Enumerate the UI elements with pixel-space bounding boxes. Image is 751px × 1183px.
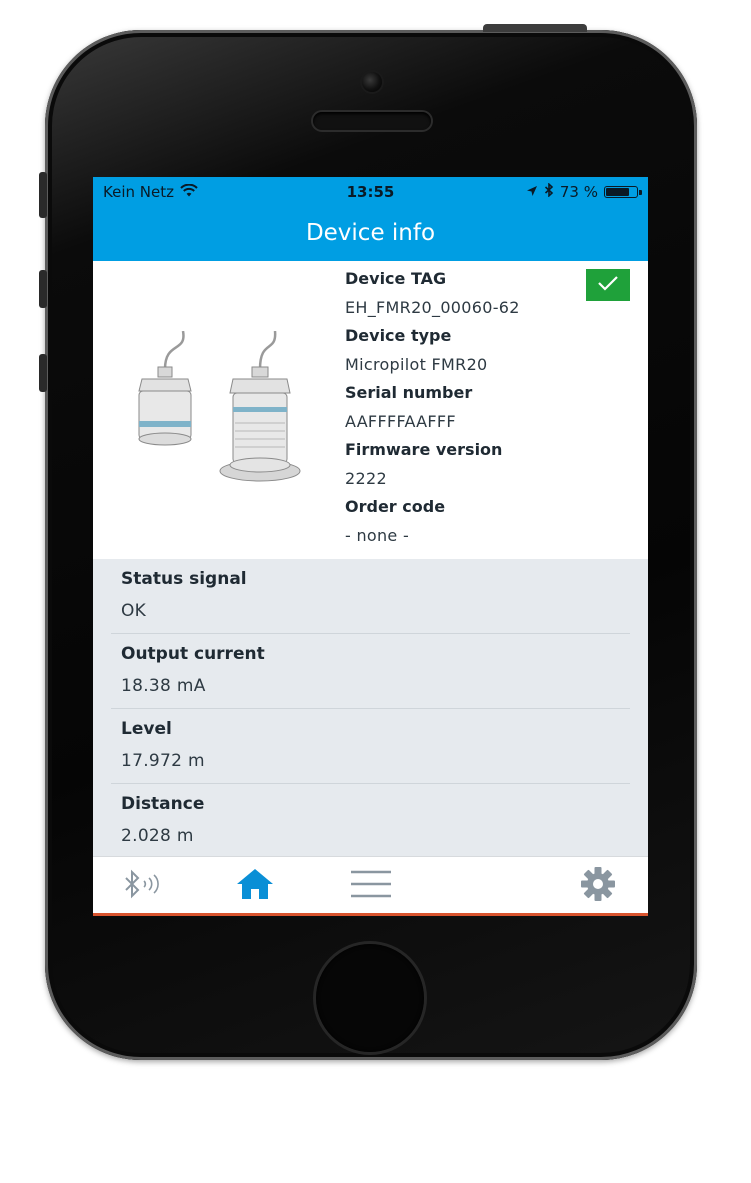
device-type-label: Device type xyxy=(345,326,452,345)
tab-home[interactable] xyxy=(233,869,277,903)
home-icon xyxy=(235,867,275,905)
serial-number-label: Serial number xyxy=(345,383,473,402)
app-screen: Kein Netz 13:55 73 % Device info Device … xyxy=(93,177,648,916)
measurement-list: Status signal OK Output current 18.38 mA… xyxy=(93,559,648,856)
firmware-version-value: 2222 xyxy=(345,469,387,488)
front-camera xyxy=(362,72,382,92)
list-item[interactable]: Distance 2.028 m xyxy=(111,784,630,858)
order-code-value: - none - xyxy=(345,526,410,545)
list-item[interactable]: Status signal OK xyxy=(111,559,630,634)
level-value: 17.972 m xyxy=(121,751,205,771)
location-arrow-icon xyxy=(526,183,538,201)
list-item[interactable]: Level 17.972 m xyxy=(111,709,630,784)
bottom-accent-line xyxy=(93,913,648,916)
device-type-value: Micropilot FMR20 xyxy=(345,355,488,374)
status-signal-value: OK xyxy=(121,601,147,621)
device-tag-value: EH_FMR20_00060-62 xyxy=(345,298,520,317)
level-label: Level xyxy=(121,719,172,739)
menu-icon xyxy=(349,869,393,903)
earpiece-speaker xyxy=(313,112,431,130)
page-title: Device info xyxy=(305,220,436,246)
tab-bluetooth[interactable] xyxy=(120,869,164,903)
bluetooth-status-icon xyxy=(544,182,554,201)
mute-switch xyxy=(39,172,47,218)
settings-icon xyxy=(578,866,618,906)
tab-settings[interactable] xyxy=(576,866,620,906)
device-tag-label: Device TAG xyxy=(345,269,447,288)
list-item[interactable]: Output current 18.38 mA xyxy=(111,634,630,709)
serial-number-value: AAFFFFAAFFF xyxy=(345,412,456,431)
volume-up-button xyxy=(39,270,47,308)
tab-menu[interactable] xyxy=(349,869,393,903)
device-card: Device TAG EH_FMR20_00060-62 Device type… xyxy=(93,261,648,559)
checkmark-icon xyxy=(597,275,619,295)
tab-bar xyxy=(93,856,648,914)
bluetooth-icon xyxy=(120,869,164,903)
power-button xyxy=(483,24,587,32)
device-info-list: Device TAG EH_FMR20_00060-62 Device type… xyxy=(345,265,595,550)
status-bar: Kein Netz 13:55 73 % xyxy=(93,177,648,207)
home-button[interactable] xyxy=(316,944,424,1052)
battery-percent: 73 % xyxy=(559,183,598,201)
firmware-version-label: Firmware version xyxy=(345,440,503,459)
output-current-label: Output current xyxy=(121,644,265,664)
status-signal-label: Status signal xyxy=(121,569,247,589)
radar-sensor-image xyxy=(138,331,301,482)
order-code-label: Order code xyxy=(345,497,446,516)
output-current-value: 18.38 mA xyxy=(121,676,206,696)
distance-value: 2.028 m xyxy=(121,826,194,846)
nav-bar: Device info xyxy=(93,207,648,261)
volume-down-button xyxy=(39,354,47,392)
distance-label: Distance xyxy=(121,794,205,814)
device-status-badge xyxy=(586,269,630,301)
battery-icon xyxy=(604,186,642,198)
